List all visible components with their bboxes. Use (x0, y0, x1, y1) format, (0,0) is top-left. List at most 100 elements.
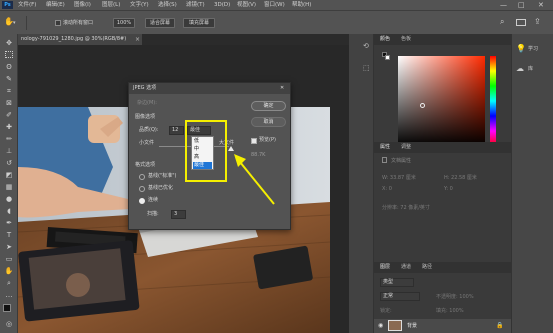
stamp-tool-icon[interactable]: ⊥ (4, 147, 14, 155)
options-bar: ✋ ▾ 滚动所有窗口 100% 适合屏幕 填充屏幕 ⌕ ⇪ (0, 10, 553, 34)
hand-icon[interactable]: ✋ (4, 17, 14, 27)
more-tools-icon[interactable]: … (4, 291, 14, 299)
progressive-radio[interactable] (139, 198, 145, 204)
color-panel-tabbar (374, 34, 511, 45)
toolbar: ✥ ʘ ✎ ⌗ ⊠ ✐ ✚ ✏ ⊥ ↺ ◩ ▦ ● ◖ ✒ T ➤ ▭ ✋ ⌕ … (0, 34, 18, 333)
blur-tool-icon[interactable]: ● (4, 195, 14, 203)
pen-tool-icon[interactable]: ✒ (4, 219, 14, 227)
rectangle-tool-icon[interactable]: ▭ (4, 255, 14, 263)
close-tab-icon[interactable]: × (135, 36, 140, 43)
tab-properties[interactable]: 属性 (380, 142, 390, 153)
brush-tool-icon[interactable]: ✏ (4, 135, 14, 143)
path-select-icon[interactable]: ➤ (4, 243, 14, 251)
tab-channels[interactable]: 通道 (401, 262, 411, 273)
learn-label[interactable]: 学习 (528, 45, 538, 52)
color-field[interactable] (398, 56, 485, 146)
lasso-tool-icon[interactable]: ʘ (4, 63, 14, 71)
share-icon[interactable]: ⇪ (534, 17, 541, 26)
move-tool-icon[interactable]: ✥ (4, 39, 14, 47)
type-tool-icon[interactable]: T (4, 231, 14, 239)
history-brush-icon[interactable]: ↺ (4, 159, 14, 167)
layer-name[interactable]: 背景 (407, 322, 417, 329)
color-picker-ring[interactable] (420, 103, 425, 108)
learn-icon[interactable]: 💡 (516, 44, 526, 53)
menu-edit[interactable]: 编辑(E) (46, 0, 65, 10)
blend-mode-select[interactable]: 正常 (380, 292, 420, 301)
history-icon[interactable]: ⟲ (363, 42, 369, 50)
progressive-label: 连续 (148, 197, 159, 203)
preview-checkbox[interactable] (251, 138, 257, 144)
right-dock: 💡 学习 ☁ 库 (511, 34, 553, 333)
opacity-readout[interactable]: 不透明度: 100% (436, 293, 474, 300)
zoom-tool-icon[interactable]: ⌕ (4, 279, 14, 287)
crop-tool-icon[interactable]: ⌗ (4, 87, 14, 95)
maximize-button[interactable]: □ (518, 0, 525, 10)
libraries-label[interactable]: 库 (528, 65, 533, 72)
healing-brush-icon[interactable]: ✚ (4, 123, 14, 131)
tab-color[interactable]: 颜色 (380, 34, 390, 45)
bg-swatch[interactable] (385, 55, 390, 60)
menu-filter[interactable]: 滤镜(T) (186, 0, 205, 10)
fill-screen-button[interactable]: 填充屏幕 (183, 18, 215, 28)
menu-window[interactable]: 窗口(W) (264, 0, 285, 10)
layers-tabbar (374, 262, 511, 273)
zoom-100-button[interactable]: 100% (113, 18, 135, 28)
menu-view[interactable]: 视图(V) (237, 0, 256, 10)
highlight-box (185, 120, 227, 182)
app-logo: Ps (2, 1, 13, 9)
menu-file[interactable]: 文件(F) (18, 0, 36, 10)
dialog-close-icon[interactable]: ✕ (280, 85, 284, 92)
baseline-standard-radio[interactable] (139, 174, 145, 180)
annotation-arrow (234, 154, 275, 205)
marquee-tool-icon[interactable] (5, 51, 13, 58)
menu-select[interactable]: 选择(S) (158, 0, 177, 10)
props-x: X: 0 (382, 186, 392, 192)
dialog-title: JPEG 选项 (133, 85, 157, 91)
scroll-all-label: 滚动所有窗口 (63, 20, 94, 26)
cancel-button[interactable]: 取消 (251, 117, 286, 127)
ok-button[interactable]: 确定 (251, 101, 286, 111)
menu-3d[interactable]: 3D(D) (214, 0, 230, 10)
matte-label: 杂边(M): (137, 100, 157, 106)
hue-slider[interactable] (490, 56, 496, 146)
dodge-tool-icon[interactable]: ◖ (4, 207, 14, 215)
scroll-all-checkbox[interactable] (55, 20, 61, 26)
document-icon (382, 157, 387, 163)
tab-layers[interactable]: 图层 (380, 262, 390, 273)
close-window-button[interactable]: ✕ (538, 0, 544, 10)
chevron-down-icon[interactable]: ▾ (13, 20, 16, 26)
tab-adjustments[interactable]: 调整 (401, 142, 411, 153)
layer-kind-filter[interactable]: 类型 (380, 278, 414, 287)
search-icon[interactable]: ⌕ (500, 17, 504, 27)
eyedropper-icon[interactable]: ✐ (4, 111, 14, 119)
quick-select-icon[interactable]: ✎ (4, 75, 14, 83)
hand-tool-icon[interactable]: ✋ (4, 267, 14, 275)
scans-select[interactable]: 3 (171, 210, 186, 219)
gradient-tool-icon[interactable]: ▦ (4, 183, 14, 191)
quality-input[interactable]: 12 (169, 126, 184, 135)
fit-screen-button[interactable]: 适合屏幕 (145, 18, 175, 28)
menu-layer[interactable]: 图层(L) (102, 0, 120, 10)
panels-column: 颜色 色板 属性 调整 文档属性 W: 33.87 厘米 H: 22.58 厘米… (374, 34, 511, 333)
panel-collapse-strip[interactable] (349, 34, 360, 333)
libraries-icon[interactable]: ☁ (516, 64, 524, 73)
properties-tabbar (374, 142, 511, 153)
tab-paths[interactable]: 路径 (422, 262, 432, 273)
eraser-tool-icon[interactable]: ◩ (4, 171, 14, 179)
menu-type[interactable]: 文字(Y) (130, 0, 149, 10)
props-resolution: 分辨率: 72 像素/英寸 (382, 205, 430, 211)
baseline-optimized-radio[interactable] (139, 186, 145, 192)
visibility-eye-icon[interactable]: ◉ (378, 322, 383, 329)
menu-image[interactable]: 图像(I) (74, 0, 91, 10)
foreground-color[interactable] (3, 304, 11, 312)
workspace-icon[interactable] (516, 19, 526, 26)
minimize-button[interactable]: — (500, 0, 507, 10)
3d-icon[interactable]: ⬚ (363, 64, 370, 72)
fill-readout[interactable]: 填充: 100% (436, 307, 464, 314)
image-options-heading: 图像选项 (135, 114, 156, 120)
frame-tool-icon[interactable]: ⊠ (4, 99, 14, 107)
menu-help[interactable]: 帮助(H) (292, 0, 311, 10)
quick-mask-icon[interactable]: ◎ (4, 320, 14, 328)
tab-swatches[interactable]: 色板 (401, 34, 411, 45)
document-tab[interactable]: nology-791029_1280.jpg @ 30%(RGB/8#) (18, 34, 143, 45)
